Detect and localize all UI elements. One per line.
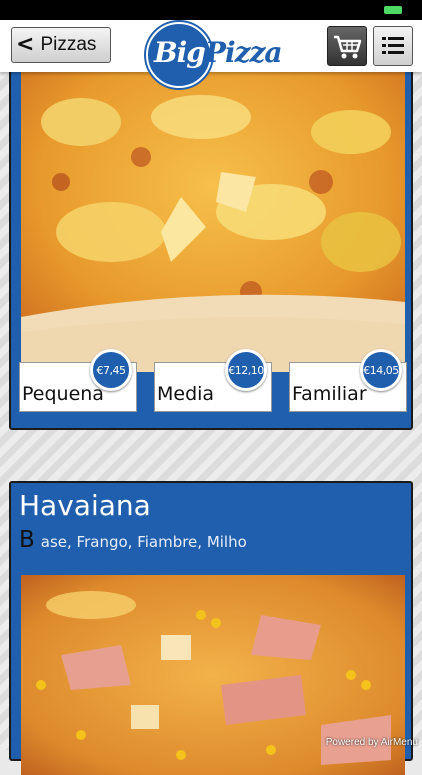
price-badge: €14,05 [360, 349, 402, 391]
size-option-media[interactable]: Media €12,10 [154, 349, 272, 412]
desc-text: ase, Frango, Fiambre, Milho [40, 533, 247, 551]
powered-by-label: Powered by AirMenu [325, 737, 418, 748]
logo-text: BigPizza [154, 36, 283, 69]
price-text: €7,45 [96, 363, 127, 377]
menu-button[interactable] [373, 26, 413, 66]
back-button-label: Pizzas [40, 34, 97, 55]
status-bar [0, 0, 422, 20]
back-button[interactable]: < Pizzas [11, 27, 111, 63]
app-header: < Pizzas BigPizza [0, 20, 422, 88]
size-label: Media [157, 383, 215, 405]
price-text: €12,10 [228, 363, 264, 377]
cart-icon [334, 35, 362, 59]
cart-button[interactable] [327, 26, 367, 66]
size-label: Pequena [22, 383, 104, 405]
price-badge: €7,45 [90, 349, 132, 391]
size-option-familiar[interactable]: Familiar €14,05 [289, 349, 407, 412]
bigpizza-logo: BigPizza [146, 22, 283, 88]
item-description: Base, Frango, Fiambre, Milho [19, 527, 247, 553]
size-option-pequena[interactable]: Pequena €7,45 [19, 349, 137, 412]
size-label: Familiar [292, 383, 367, 405]
battery-icon [384, 6, 402, 14]
pizza-card: Pequena €7,45 Media €12,10 Familiar €14,… [9, 60, 413, 430]
pizza-card-havaiana: Havaiana Base, Frango, Fiambre, Milho [9, 481, 413, 775]
item-title: Havaiana [19, 489, 151, 522]
price-badge: €12,10 [225, 349, 267, 391]
pizza-image[interactable] [21, 62, 405, 372]
desc-initial: B [19, 527, 35, 553]
hamburger-menu-icon [382, 37, 404, 54]
back-arrow-icon: < [16, 32, 35, 57]
price-text: €14,05 [363, 363, 399, 377]
